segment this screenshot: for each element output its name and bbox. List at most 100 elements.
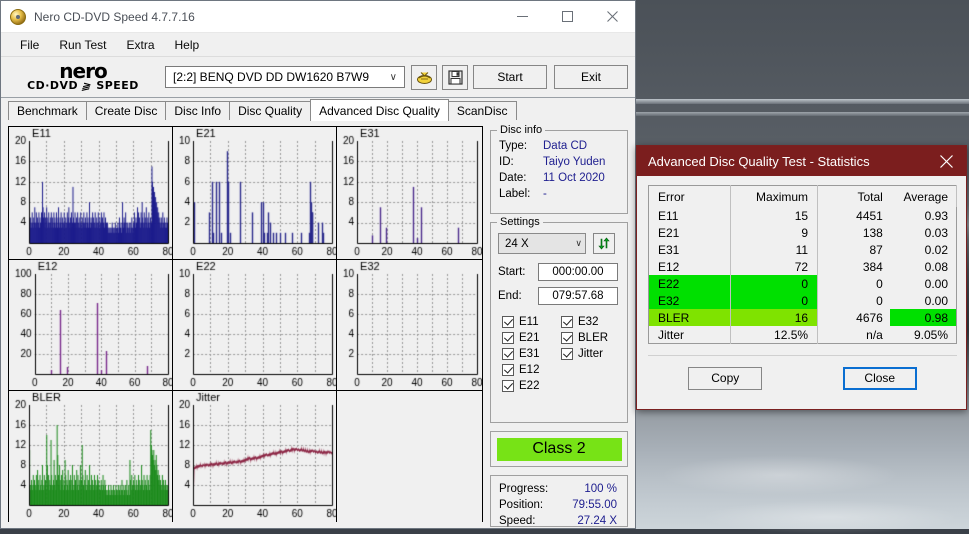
cell-maximum: 0: [730, 275, 818, 292]
menubar: File Run Test Extra Help: [1, 33, 635, 56]
chevron-down-icon: ∨: [389, 71, 397, 83]
cell-average: 0.00: [924, 276, 948, 291]
table-row[interactable]: E21 9 138 0.03: [649, 224, 957, 241]
menu-file[interactable]: File: [10, 35, 49, 55]
checkbox-jitter[interactable]: Jitter: [561, 348, 623, 360]
checkbox-e21[interactable]: E21: [502, 332, 560, 344]
window-title: Nero CD-DVD Speed 4.7.7.16: [34, 9, 195, 24]
chart-panel-jitter: [173, 391, 337, 522]
exit-button[interactable]: Exit: [554, 65, 628, 89]
cell-total: 0: [817, 275, 890, 292]
table-row[interactable]: E11 15 4451 0.93: [649, 207, 957, 224]
menu-extra[interactable]: Extra: [116, 35, 164, 55]
checkbox-label: E22: [519, 380, 540, 392]
progress-row: Position: 79:55.00: [499, 497, 621, 513]
nero-logo-wordmark: nero: [59, 58, 107, 83]
drive-selector[interactable]: [2:2] BENQ DVD DD DW1620 B7W9 ∨: [165, 66, 405, 88]
tab-create-disc[interactable]: Create Disc: [85, 101, 167, 120]
close-button[interactable]: [590, 2, 635, 32]
statistics-button-bar: Copy Close: [648, 355, 957, 400]
refresh-button[interactable]: [593, 233, 615, 254]
save-button[interactable]: [442, 64, 468, 90]
statistics-dialog: Advanced Disc Quality Test - Statistics …: [636, 145, 967, 410]
statistics-dialog-title: Advanced Disc Quality Test - Statistics: [648, 153, 870, 169]
tab-benchmark[interactable]: Benchmark: [8, 101, 87, 120]
nero-logo-tagline: CD·DVD ⫺ SPEED: [27, 79, 139, 92]
drive-selector-value: [2:2] BENQ DVD DD DW1620 B7W9: [173, 70, 370, 84]
cell-total: 4451: [817, 207, 890, 224]
checkbox-icon: [561, 316, 573, 328]
cell-total: 384: [817, 258, 890, 275]
checkbox-e32[interactable]: E32: [561, 316, 623, 328]
chart-panel-bler: [9, 391, 173, 522]
end-time-field[interactable]: 079:57.68: [538, 287, 618, 305]
column-header-average: Average: [889, 185, 957, 207]
disc-info-row: Date: 11 Oct 2020: [499, 170, 627, 186]
eject-disc-button[interactable]: [411, 64, 437, 90]
checkbox-e11[interactable]: E11: [502, 316, 560, 328]
speed-select-value: 24 X: [505, 237, 529, 250]
cell-maximum: 72: [730, 258, 818, 275]
tab-scandisc[interactable]: ScanDisc: [447, 101, 517, 120]
table-header-row: Error Maximum Total Average: [649, 185, 957, 207]
statistics-close-button[interactable]: [926, 146, 966, 176]
table-row[interactable]: E22 0 0 0.00: [648, 275, 957, 292]
tab-disc-quality[interactable]: Disc Quality: [229, 101, 312, 120]
close-button[interactable]: Close: [842, 366, 917, 390]
disc-info-value: Taiyo Yuden: [543, 156, 606, 168]
progress-value: 100 %: [584, 483, 617, 495]
table-row[interactable]: Jitter 12.5% n/a 9.05%: [649, 326, 957, 344]
minimize-button[interactable]: [500, 2, 545, 32]
chart-panel-e31: [337, 127, 482, 260]
checkbox-icon: [502, 380, 514, 392]
progress-row: Speed: 27.24 X: [499, 513, 621, 529]
progress-key: Progress:: [499, 483, 549, 495]
checkbox-e22[interactable]: E22: [502, 380, 560, 392]
wallpaper-cloud: [660, 455, 900, 495]
checkbox-icon: [561, 348, 573, 360]
table-row[interactable]: E31 11 87 0.02: [649, 241, 957, 258]
start-time-field[interactable]: 000:00.00: [538, 263, 618, 281]
cell-maximum: 9: [730, 224, 818, 241]
table-row[interactable]: E32 0 0 0.00: [648, 292, 957, 309]
cell-total: 87: [817, 241, 890, 258]
progress-key: Speed:: [499, 515, 536, 527]
progress-row: Progress: 100 %: [499, 481, 621, 497]
cell-total: n/a: [817, 326, 890, 344]
cell-average: 0.93: [924, 208, 948, 223]
checkbox-e12[interactable]: E12: [502, 364, 560, 376]
chart-panel-e21: [173, 127, 337, 260]
cell-average: 0.02: [924, 242, 948, 257]
checkbox-bler[interactable]: BLER: [561, 332, 623, 344]
cell-error: E32: [648, 292, 731, 309]
tab-disc-info[interactable]: Disc Info: [165, 101, 231, 120]
speed-select[interactable]: 24 X ∨: [498, 233, 586, 254]
end-time-label: End:: [498, 290, 522, 302]
cell-average: 0.08: [924, 259, 948, 274]
progress-value: 27.24 X: [577, 515, 617, 527]
tab-content-advanced-disc-quality: Disc info Type: Data CD ID: Taiyo Yuden …: [1, 120, 635, 528]
start-button[interactable]: Start: [473, 65, 547, 89]
checkbox-e31[interactable]: E31: [502, 348, 560, 360]
statistics-dialog-titlebar: Advanced Disc Quality Test - Statistics: [637, 146, 966, 176]
menu-run-test[interactable]: Run Test: [49, 35, 116, 55]
chart-panel-e32: [337, 260, 482, 391]
cell-average: 0.00: [924, 293, 948, 308]
statistics-table: Error Maximum Total Average E11 15 4451 0.9…: [648, 185, 957, 344]
checkbox-icon: [502, 332, 514, 344]
cell-average: 0.03: [924, 225, 948, 240]
column-header-total: Total: [817, 185, 890, 207]
menu-help[interactable]: Help: [165, 35, 210, 55]
progress-group: Progress: 100 % Position: 79:55.00 Speed…: [490, 475, 628, 527]
table-row[interactable]: E12 72 384 0.08: [649, 258, 957, 275]
checkbox-icon: [502, 348, 514, 360]
copy-button[interactable]: Copy: [688, 366, 763, 390]
table-row[interactable]: BLER 16 4676 0.98: [648, 309, 957, 326]
toolbar: nero CD·DVD ⫺ SPEED [2:2] BENQ DVD DD DW…: [1, 56, 635, 98]
checkbox-icon: [561, 332, 573, 344]
disc-info-caption: Disc info: [497, 124, 546, 136]
tab-advanced-disc-quality[interactable]: Advanced Disc Quality: [310, 99, 449, 121]
cell-maximum: 11: [730, 241, 818, 258]
cell-error: Jitter: [658, 327, 685, 342]
maximize-button[interactable]: [545, 2, 590, 32]
